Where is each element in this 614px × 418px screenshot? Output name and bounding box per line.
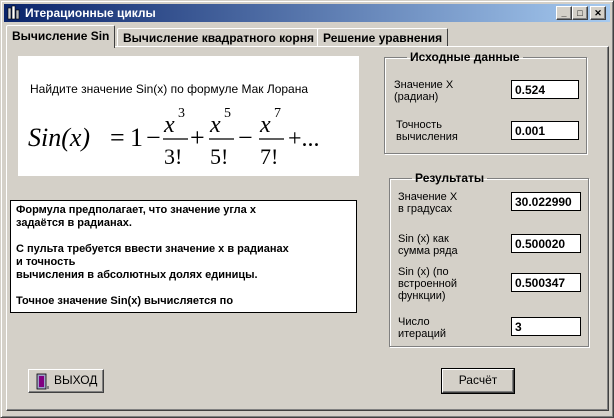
window-title: Итерационные циклы (25, 6, 156, 20)
info-p2-line3: вычисления в абсолютных долях единицы. (16, 269, 258, 281)
maclaurin-formula: Sin(x) = 1 − x 3 3! + x 5 5! − x 7 7! +.… (28, 106, 320, 169)
tab-panel-sin: Найдите значение Sin(x) по формуле Мак Л… (6, 46, 609, 411)
input-data-group: Исходные данные Значение X(радиан) Точно… (384, 50, 587, 154)
iterations-output[interactable] (511, 317, 581, 336)
term1-x: x (163, 112, 175, 138)
tab-strip: Вычисление Sin Вычисление квадратного ко… (6, 25, 606, 48)
term3-power: 7 (274, 106, 281, 121)
info-p2-line2: и точность (16, 256, 76, 268)
info-p1-line2: задаётся в радианах. (16, 217, 132, 229)
term1-factorial: 3! (164, 144, 182, 169)
tab-equation[interactable]: Решение уравнения (317, 28, 449, 47)
formula-plus-1: + (190, 123, 205, 152)
app-window: Итерационные циклы _ □ ✕ Вычисление Sin … (0, 0, 614, 418)
formula-lhs: Sin(x) (28, 123, 90, 152)
minimize-button[interactable]: _ (556, 6, 572, 20)
tab-sin[interactable]: Вычисление Sin (6, 25, 116, 48)
tab-sqrt[interactable]: Вычисление квадратного корня (117, 28, 320, 47)
formula-equals: = (110, 123, 125, 152)
term2-factorial: 5! (210, 144, 228, 169)
x-radian-input[interactable] (511, 80, 579, 99)
door-exit-icon (36, 373, 49, 390)
term2-x: x (209, 112, 221, 138)
formula-minus-2: − (238, 123, 253, 152)
term2-power: 5 (224, 106, 231, 121)
x-degrees-label: Значение X в градусах (398, 191, 458, 215)
title-bar[interactable]: Итерационные циклы _ □ ✕ (4, 4, 610, 22)
formula-minus-1: − (146, 123, 161, 152)
sin-builtin-output[interactable] (511, 273, 581, 292)
calculate-button[interactable]: Расчёт (441, 368, 515, 394)
exit-button[interactable]: ВЫХОД (28, 369, 104, 393)
sin-series-output[interactable] (511, 234, 581, 253)
results-group: Результаты Значение X в градусах Sin (x)… (389, 171, 589, 347)
maximize-button[interactable]: □ (572, 6, 588, 20)
precision-input[interactable] (511, 121, 579, 140)
formula-ellipsis: +... (288, 126, 320, 152)
term3-x: x (259, 112, 271, 138)
sin-series-label: Sin (x) как сумма ряда (398, 233, 458, 257)
term1-power: 3 (178, 106, 185, 121)
info-text-box: Формула предполагает, что значение угла … (10, 200, 357, 313)
term3-factorial: 7! (260, 144, 278, 169)
close-button[interactable]: ✕ (590, 6, 606, 20)
formula-one: 1 (130, 123, 143, 152)
sin-builtin-label: Sin (x) (по встроенной функции) (398, 266, 458, 302)
input-group-title: Исходные данные (410, 50, 520, 64)
x-radian-label: Значение X (радиан) (394, 79, 454, 103)
precision-label: Точность вычисления (396, 119, 458, 143)
x-degrees-output[interactable] (511, 192, 581, 211)
results-group-title: Результаты (415, 171, 485, 185)
exit-button-label: ВЫХОД (54, 373, 98, 387)
formula-image: Найдите значение Sin(x) по формуле Мак Л… (18, 56, 359, 176)
app-icon (7, 5, 20, 20)
info-p2-line1: С пульта требуется ввести значение х в р… (16, 243, 289, 255)
info-p1-line1: Формула предполагает, что значение угла … (16, 204, 256, 216)
info-p3-line1: Точное значение Sin(x) вычисляется по (16, 295, 234, 307)
iterations-label: Число итераций (398, 316, 447, 340)
